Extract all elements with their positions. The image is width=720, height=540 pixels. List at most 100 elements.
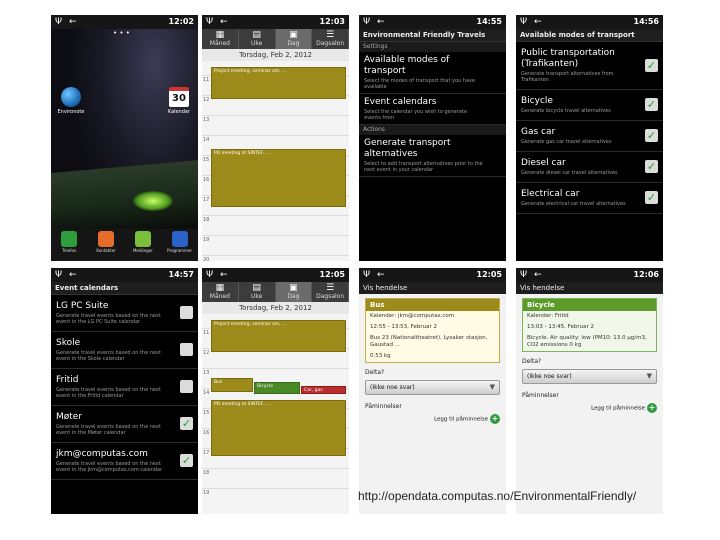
attend-select[interactable]: (Ikke noe svar) ▼ xyxy=(522,369,657,384)
mode-diesel-car[interactable]: Diesel car Generate diesel car travel alt… xyxy=(516,152,663,183)
calendar-event[interactable]: Project meeting, seminar om, ... xyxy=(211,320,346,352)
dock-contacts[interactable]: Kontakter xyxy=(91,231,121,253)
calendar-event[interactable]: Project meeting, seminar om, ... xyxy=(211,67,346,99)
clock: 12:02 xyxy=(168,17,194,26)
transport-modes-panel: Ψ ← 14:56 Available modes of transport Pu… xyxy=(516,15,663,261)
status-bar: Ψ ← 12:03 xyxy=(202,15,349,29)
clock: 14:56 xyxy=(633,17,659,26)
travel-event-bicycle[interactable]: Bicycle xyxy=(254,382,300,394)
screen-title: Event calendars xyxy=(51,282,198,295)
checkbox-checked[interactable]: ✓ xyxy=(645,191,658,204)
week-icon: ▤ xyxy=(252,283,261,293)
event-calendar: Kalender: jkm@computas.com xyxy=(370,313,455,319)
globe-icon xyxy=(61,87,81,107)
tab-day[interactable]: ▣ Dag xyxy=(275,282,313,302)
event-time: 13:03 - 13:45, Februar 2 xyxy=(527,324,595,330)
checkbox-checked[interactable]: ✓ xyxy=(645,98,658,111)
screen-title: Vis hendelse xyxy=(516,282,663,294)
action-generate-alternatives[interactable]: Generate transport alternatives Select to… xyxy=(359,135,506,177)
home-screen-panel: Ψ ← 12:02 • • • Environote 30 Kalender Te… xyxy=(51,15,198,261)
tab-agenda[interactable]: ☰ Dagsalon xyxy=(312,29,349,49)
app-title: Environmental Friendly Travels xyxy=(359,29,506,42)
calendar-skole[interactable]: Skole Generate travel events based on the… xyxy=(51,332,198,369)
checkbox-checked[interactable]: ✓ xyxy=(645,58,658,72)
calendar-moter[interactable]: Møter Generate travel events based on the… xyxy=(51,406,198,443)
event-card: Bus Kalender: jkm@computas.com 12:55 - 1… xyxy=(365,298,500,363)
calendar-day-panel: Ψ ← 12:03 ▦ Måned ▤ Uke ▣ Dag ☰ Dagsalon Tors… xyxy=(202,15,349,261)
event-calendar: Kalender: Fritid xyxy=(527,313,569,319)
dock-apps[interactable]: Programmer xyxy=(165,231,195,253)
tent-glow xyxy=(133,191,173,211)
checkbox-unchecked[interactable] xyxy=(180,343,193,356)
travel-event-bus[interactable]: Bus xyxy=(211,378,253,392)
status-bar: Ψ ← 12:05 xyxy=(359,268,506,282)
setting-transport-modes[interactable]: Available modes of transport Select the m… xyxy=(359,52,506,94)
calendar-event[interactable]: PD meeting at SINTEF, ... xyxy=(211,400,346,456)
status-bar: Ψ ← 12:05 xyxy=(202,268,349,282)
dock-messages[interactable]: Meldinger xyxy=(128,231,158,253)
screen-title: Vis hendelse xyxy=(359,282,506,294)
add-icon[interactable]: + xyxy=(490,414,500,424)
attend-label: Delta? xyxy=(522,358,542,365)
apps-grid-icon xyxy=(171,231,188,247)
app-environote[interactable]: Environote xyxy=(55,87,87,115)
app-label: Environote xyxy=(57,109,85,115)
settings-panel: Ψ ← 14:55 Environmental Friendly Travels … xyxy=(359,15,506,261)
day-grid: 11 12 13 14 15 16 17 18 19 20 Project me… xyxy=(202,61,349,261)
tab-day[interactable]: ▣ Dag xyxy=(275,29,313,49)
view-event-bus-panel: Ψ ← 12:05 Vis hendelse Bus Kalender: jkm@… xyxy=(359,268,506,514)
event-co2: 0.53 kg xyxy=(370,353,391,359)
add-icon[interactable]: + xyxy=(647,403,657,413)
view-event-bicycle-panel: Ψ ← 12:06 Vis hendelse Bicycle Kalender: … xyxy=(516,268,663,514)
clock: 12:03 xyxy=(319,17,345,26)
event-calendars-panel: Ψ ← 14:57 Event calendars LG PC Suite Gene… xyxy=(51,268,198,514)
mode-electrical-car[interactable]: Electrical car Generate electrical car tr… xyxy=(516,183,663,214)
app-kalender[interactable]: 30 Kalender xyxy=(163,87,195,115)
tab-week[interactable]: ▤ Uke xyxy=(239,29,276,49)
calendar-event[interactable]: PD meeting at SINTEF, ... xyxy=(211,149,346,207)
day-icon: ▣ xyxy=(289,283,298,293)
clock: 12:05 xyxy=(476,270,502,279)
calendar-fritid[interactable]: Fritid Generate travel events based on th… xyxy=(51,369,198,406)
dropdown-arrow-icon: ▼ xyxy=(489,383,495,391)
dock: Telefon Kontakter Meldinger Programmer xyxy=(51,229,198,261)
dropdown-arrow-icon: ▼ xyxy=(646,372,652,380)
mode-gas-car[interactable]: Gas car Generate gas car travel alternati… xyxy=(516,121,663,152)
week-icon: ▤ xyxy=(252,30,261,40)
calendar-jkm[interactable]: jkm@computas.com Generate travel events b… xyxy=(51,443,198,480)
mode-bicycle[interactable]: Bicycle Generate bicycle travel alternati… xyxy=(516,90,663,121)
checkbox-unchecked[interactable] xyxy=(180,380,193,393)
checkbox-unchecked[interactable] xyxy=(180,306,193,319)
setting-event-calendars[interactable]: Event calendars Select the calendar you w… xyxy=(359,94,506,125)
day-icon: ▣ xyxy=(289,30,298,40)
calendar-lg-pc-suite[interactable]: LG PC Suite Generate travel events based … xyxy=(51,295,198,332)
tab-week[interactable]: ▤ Uke xyxy=(239,282,276,302)
mode-public-transport[interactable]: Public transportation (Trafikanten) Gener… xyxy=(516,42,663,90)
dock-phone[interactable]: Telefon xyxy=(54,231,84,253)
source-url-caption[interactable]: http://opendata.computas.no/Environmenta… xyxy=(358,488,703,505)
agenda-icon: ☰ xyxy=(326,30,335,40)
app-label: Kalender xyxy=(167,109,191,115)
checkbox-checked[interactable]: ✓ xyxy=(180,454,193,467)
reminders-label: Påminnelser xyxy=(522,392,559,399)
month-icon: ▦ xyxy=(215,30,225,40)
tab-month[interactable]: ▦ Måned xyxy=(202,282,239,302)
checkbox-checked[interactable]: ✓ xyxy=(180,417,193,430)
reminders-label: Påminnelser xyxy=(365,403,402,410)
clock: 12:05 xyxy=(319,270,345,279)
tab-agenda[interactable]: ☰ Dagsalon xyxy=(312,282,349,302)
checkbox-checked[interactable]: ✓ xyxy=(645,129,658,142)
status-bar: Ψ ← 14:57 xyxy=(51,268,198,282)
checkbox-checked[interactable]: ✓ xyxy=(645,160,658,173)
calendar-tabs: ▦ Måned ▤ Uke ▣ Dag ☰ Dagsalon xyxy=(202,282,349,302)
tab-month[interactable]: ▦ Måned xyxy=(202,29,239,49)
status-bar: Ψ ← 12:06 xyxy=(516,268,663,282)
attend-select[interactable]: (Ikke noe svar) ▼ xyxy=(365,380,500,395)
status-bar: Ψ ← 14:55 xyxy=(359,15,506,29)
month-icon: ▦ xyxy=(215,283,225,293)
add-reminder-row[interactable]: Legg til påminnelse + xyxy=(359,412,506,426)
add-reminder-row[interactable]: Legg til påminnelse + xyxy=(516,401,663,415)
clock: 14:55 xyxy=(476,17,502,26)
travel-event-car-gas[interactable]: Car, gas xyxy=(301,386,346,394)
calendar-day-travel-panel: Ψ ← 12:05 ▦ Måned ▤ Uke ▣ Dag ☰ Dagsalon Tors… xyxy=(202,268,349,514)
